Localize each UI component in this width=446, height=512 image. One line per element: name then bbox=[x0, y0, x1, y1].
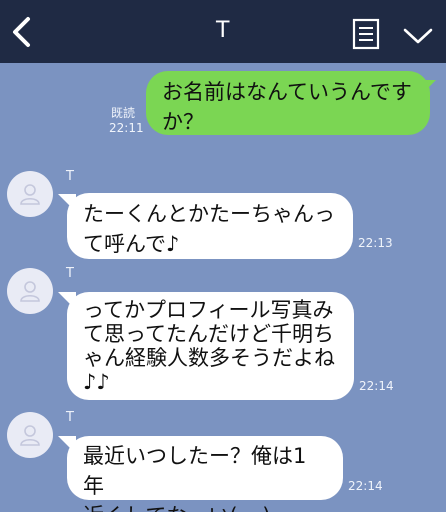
message-line: て呼んで♪ bbox=[83, 232, 180, 256]
message-time: 22:14 bbox=[359, 379, 394, 393]
sender-name: T bbox=[66, 169, 74, 184]
message-bubble[interactable]: お名前はなんていうんです か？ bbox=[146, 71, 430, 135]
read-receipt: 既読 bbox=[111, 106, 136, 120]
message-line: たーくんとかたーちゃんっ bbox=[83, 202, 335, 226]
message-bubble[interactable]: ってかプロフィール写真み て思ってたんだけど千明ち ゃん経験人数多そうだよね ♪… bbox=[67, 292, 354, 400]
message-time: 22:11 bbox=[109, 121, 144, 135]
chat-header: T bbox=[0, 0, 446, 63]
message-line: 最近いつしたー？俺は1年 bbox=[83, 444, 307, 498]
message-line: ♪♪ bbox=[83, 370, 110, 394]
message-time: 22:13 bbox=[358, 236, 393, 250]
user-icon bbox=[20, 281, 40, 302]
avatar[interactable] bbox=[7, 171, 53, 217]
user-icon bbox=[20, 425, 40, 446]
menu-button[interactable] bbox=[402, 26, 434, 46]
sender-name: T bbox=[66, 266, 74, 281]
message-line: 近くしてなーい(;_;) bbox=[83, 501, 327, 512]
notes-button[interactable] bbox=[352, 18, 380, 50]
chevron-down-icon bbox=[403, 28, 433, 44]
message-line: ゃん経験人数多そうだよね bbox=[83, 346, 335, 370]
message-line: て思ってたんだけど千明ち bbox=[83, 322, 334, 346]
message-bubble[interactable]: 最近いつしたー？俺は1年 近くしてなーい(;_;) bbox=[67, 436, 343, 512]
notes-icon bbox=[352, 18, 380, 50]
avatar[interactable] bbox=[7, 268, 53, 314]
avatar[interactable] bbox=[7, 412, 53, 458]
message-time: 22:14 bbox=[348, 479, 383, 493]
message-line: ってかプロフィール写真み bbox=[83, 298, 334, 322]
message-bubble[interactable]: たーくんとかたーちゃんっ て呼んで♪ bbox=[67, 193, 353, 259]
message-line: か？ bbox=[162, 110, 204, 134]
user-icon bbox=[20, 184, 40, 205]
message-line: お名前はなんていうんです bbox=[162, 80, 412, 104]
sender-name: T bbox=[66, 410, 74, 425]
